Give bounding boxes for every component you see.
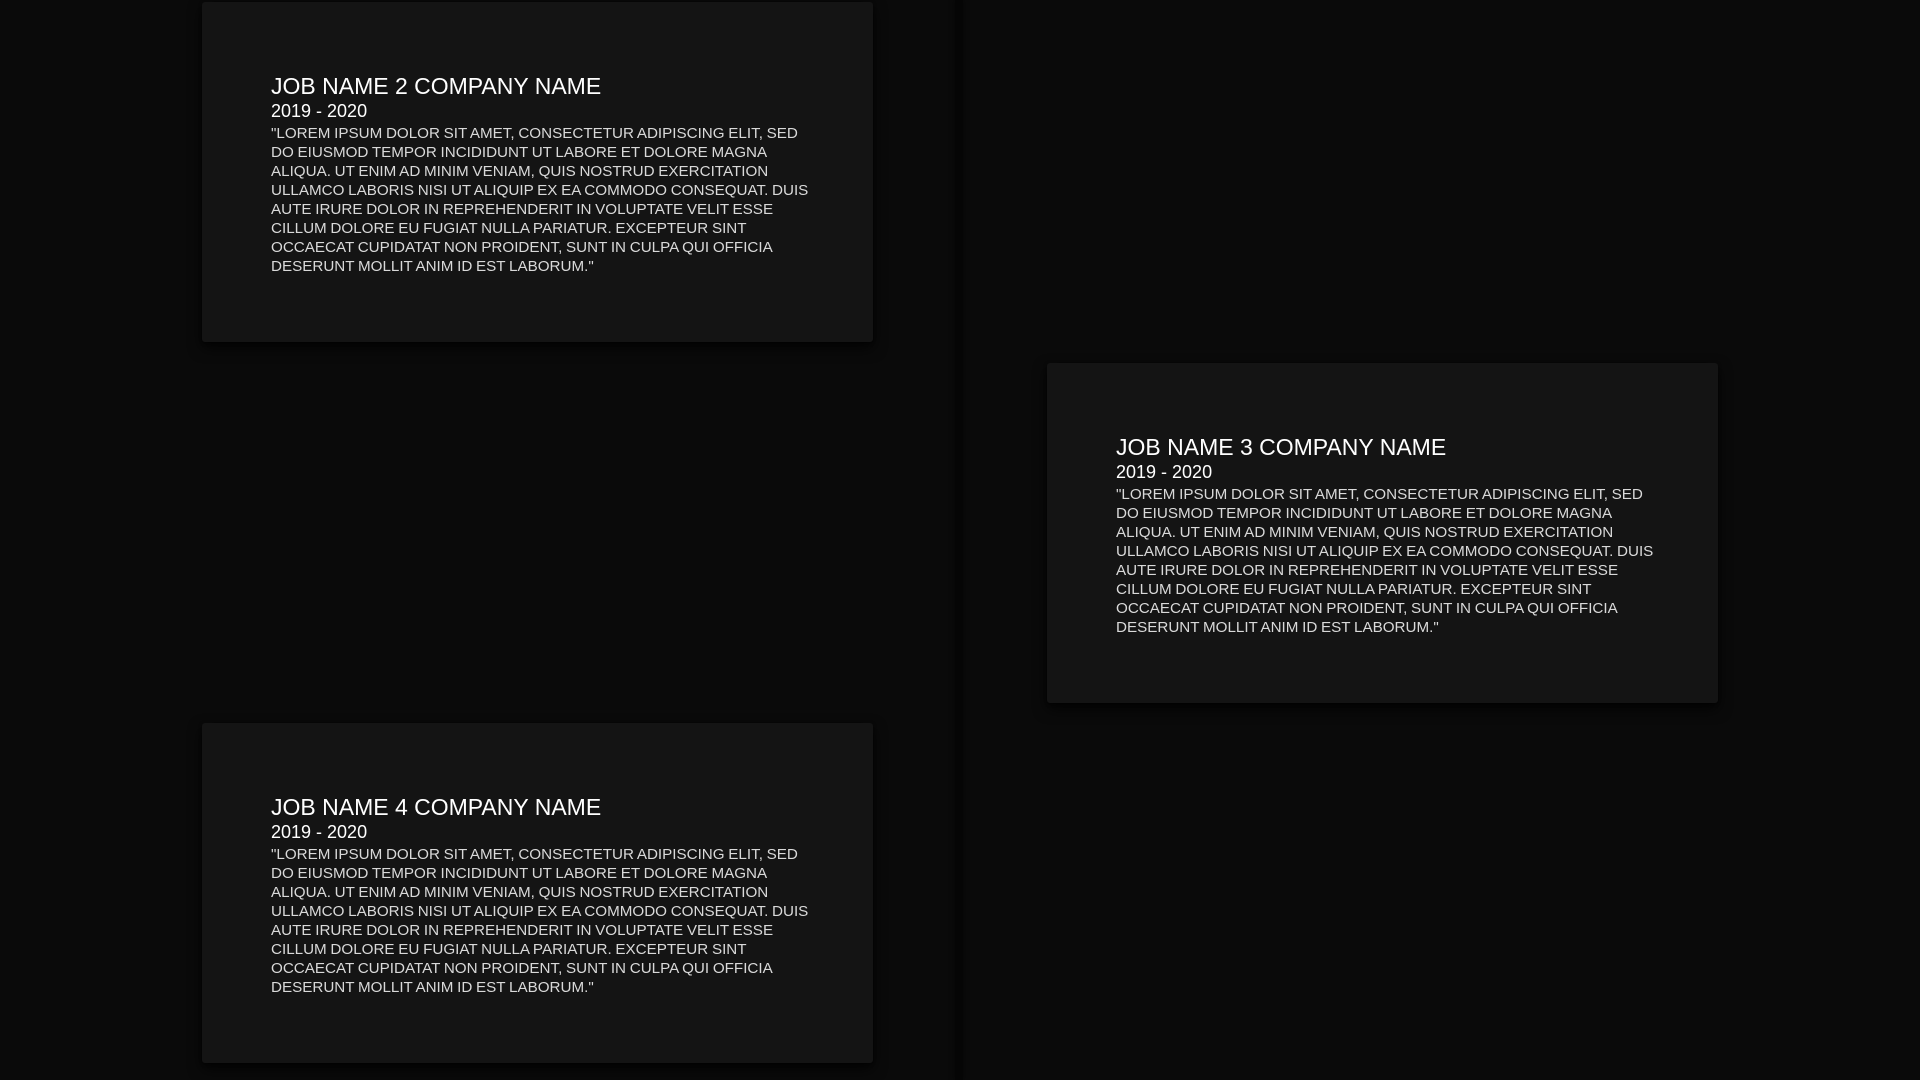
job-title: JOB NAME 4 COMPANY NAME — [271, 794, 602, 820]
job-title: JOB NAME 3 COMPANY NAME — [1116, 434, 1447, 460]
timeline-line — [955, 0, 963, 1080]
job-description: "LOREM IPSUM DOLOR SIT AMET, CONSECTETUR… — [271, 125, 809, 275]
experience-timeline-page: JOB NAME 2 COMPANY NAME 2019 - 2020 "LOR… — [0, 0, 1920, 1080]
job-description: "LOREM IPSUM DOLOR SIT AMET, CONSECTETUR… — [271, 846, 809, 996]
job-dates: 2019 - 2020 — [271, 101, 368, 121]
job-card-4: JOB NAME 4 COMPANY NAME 2019 - 2020 "LOR… — [202, 723, 873, 1063]
job-dates: 2019 - 2020 — [1116, 462, 1213, 482]
job-description: "LOREM IPSUM DOLOR SIT AMET, CONSECTETUR… — [1116, 486, 1654, 636]
job-card-2: JOB NAME 2 COMPANY NAME 2019 - 2020 "LOR… — [202, 2, 873, 342]
job-dates: 2019 - 2020 — [271, 822, 368, 842]
job-card-3: JOB NAME 3 COMPANY NAME 2019 - 2020 "LOR… — [1047, 363, 1718, 703]
job-title: JOB NAME 2 COMPANY NAME — [271, 73, 602, 99]
